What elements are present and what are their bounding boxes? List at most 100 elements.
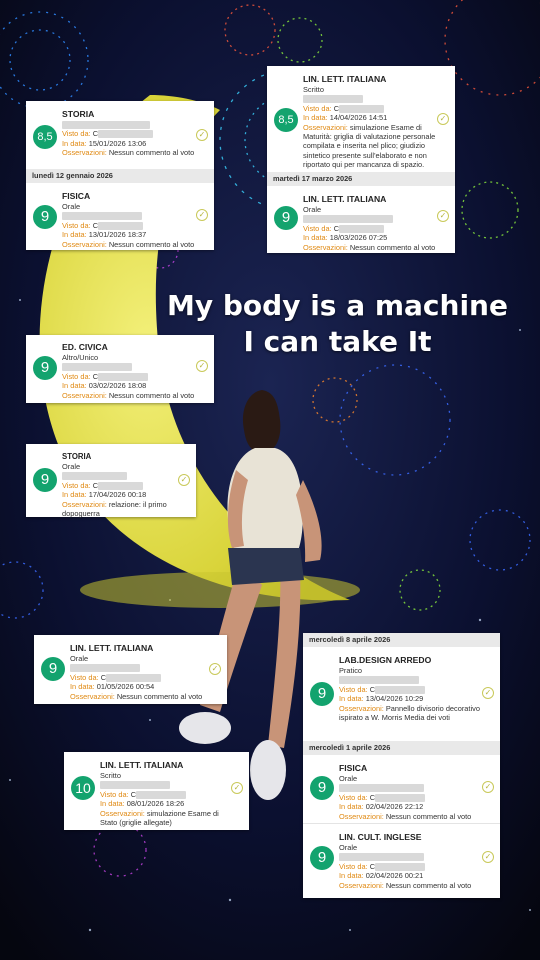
visto-label: Visto da: xyxy=(62,480,91,490)
grade-entry[interactable]: STORIA Visto da: C In data: 15/01/2026 1… xyxy=(26,101,214,169)
redacted-teacher xyxy=(62,472,127,481)
redacted-teacher xyxy=(339,784,424,793)
redacted-name xyxy=(339,104,385,113)
visto-label: Visto da: xyxy=(339,861,368,871)
data-label: In data: xyxy=(339,871,364,881)
check-icon[interactable]: ✓ xyxy=(178,474,190,486)
visto-label: Visto da: xyxy=(62,220,91,230)
grade-entry[interactable]: FISICA Orale Visto da: C In data: 02/04/… xyxy=(303,755,500,823)
subject-label: FISICA xyxy=(62,191,91,201)
grade-type: Orale xyxy=(62,462,81,471)
data-value: 02/04/2026 22:12 xyxy=(365,802,424,812)
redacted-name xyxy=(339,224,385,233)
redacted-name xyxy=(375,862,426,871)
grade-entry[interactable]: LIN. LETT. ITALIANA Orale Visto da: C In… xyxy=(34,635,227,704)
data-label: In data: xyxy=(62,138,87,148)
grade-card-ed-civica: ED. CIVICA Altro/Unico Visto da: C In da… xyxy=(26,335,214,403)
subject-label: LIN. LETT. ITALIANA xyxy=(303,194,387,204)
grade-card-storia-fisica: STORIA Visto da: C In data: 15/01/2026 1… xyxy=(26,101,214,250)
data-label: In data: xyxy=(100,799,125,809)
redacted-name xyxy=(98,372,149,381)
date-separator: mercoledì 1 aprile 2026 xyxy=(303,741,500,755)
grade-entry[interactable]: LIN. CULT. INGLESE Orale Visto da: C In … xyxy=(303,824,500,894)
check-icon[interactable]: ✓ xyxy=(196,209,208,221)
osservazioni-label: Osservazioni: xyxy=(62,148,107,158)
grade-type: Scritto xyxy=(303,85,324,94)
redacted-name xyxy=(98,130,154,139)
check-icon[interactable]: ✓ xyxy=(437,210,449,222)
grade-type: Scritto xyxy=(100,771,121,780)
grade-card-storia-orale: STORIA Orale Visto da: C In data: 17/04/… xyxy=(26,444,196,518)
check-icon[interactable]: ✓ xyxy=(482,851,494,863)
osservazioni-label: Osservazioni: xyxy=(100,808,145,818)
redacted-teacher xyxy=(62,363,132,372)
redacted-name xyxy=(375,793,426,802)
visto-label: Visto da: xyxy=(339,684,368,694)
redacted-teacher xyxy=(339,853,424,862)
grade-entry[interactable]: FISICA Orale Visto da: C In data: 13/01/… xyxy=(26,183,214,251)
redacted-name xyxy=(98,221,144,230)
visto-label: Visto da: xyxy=(303,103,332,113)
osservazioni-value: Nessun commento al voto xyxy=(108,239,195,249)
subject-label: LIN. LETT. ITALIANA xyxy=(303,74,387,84)
osservazioni-label: Osservazioni: xyxy=(303,242,348,252)
visto-label: Visto da: xyxy=(339,792,368,802)
subject-label: LIN. LETT. ITALIANA xyxy=(70,643,154,653)
check-icon[interactable]: ✓ xyxy=(196,129,208,141)
check-icon[interactable]: ✓ xyxy=(482,687,494,699)
data-value: 15/01/2026 13:06 xyxy=(88,138,147,148)
grade-type: Pratico xyxy=(339,666,363,675)
grade-badge: 9 xyxy=(310,682,334,706)
grade-type: Orale xyxy=(303,205,322,214)
subject-label: STORIA xyxy=(62,452,92,461)
redacted-name xyxy=(375,685,426,694)
grade-badge: 9 xyxy=(310,846,334,870)
subject-label: LIN. CULT. INGLESE xyxy=(339,832,422,842)
grade-type: Altro/Unico xyxy=(62,353,99,362)
check-icon[interactable]: ✓ xyxy=(196,360,208,372)
grade-entry[interactable]: LIN. LETT. ITALIANA Scritto Visto da: C … xyxy=(267,66,455,172)
osservazioni-label: Osservazioni: xyxy=(339,703,384,713)
visto-label: Visto da: xyxy=(100,789,129,799)
grade-entry[interactable]: LIN. LETT. ITALIANA Scritto Visto da: C … xyxy=(64,752,249,830)
subject-label: FISICA xyxy=(339,763,368,773)
grade-entry[interactable]: ED. CIVICA Altro/Unico Visto da: C In da… xyxy=(26,335,214,403)
grade-badge: 10 xyxy=(71,776,95,800)
subject-label: LIN. LETT. ITALIANA xyxy=(100,760,184,770)
data-value: 08/01/2026 18:26 xyxy=(126,799,185,809)
check-icon[interactable]: ✓ xyxy=(209,663,221,675)
data-label: In data: xyxy=(339,694,364,704)
data-label: In data: xyxy=(339,802,364,812)
check-icon[interactable]: ✓ xyxy=(231,782,243,794)
grade-type: Orale xyxy=(339,774,358,783)
data-value: 13/01/2026 18:37 xyxy=(88,230,147,240)
grade-badge: 8,5 xyxy=(33,125,57,149)
grade-badge: 9 xyxy=(310,776,334,800)
data-label: In data: xyxy=(62,381,87,391)
visto-label: Visto da: xyxy=(303,223,332,233)
date-separator: martedì 17 marzo 2026 xyxy=(267,172,455,186)
grade-entry[interactable]: LIN. LETT. ITALIANA Orale Visto da: C In… xyxy=(267,186,455,253)
data-value: 18/03/2026 07:25 xyxy=(329,233,388,243)
grade-entry[interactable]: LAB.DESIGN ARREDO Pratico Visto da: C In… xyxy=(303,647,500,741)
grade-card-italiano-marzo: LIN. LETT. ITALIANA Scritto Visto da: C … xyxy=(267,66,455,253)
data-label: In data: xyxy=(303,113,328,123)
redacted-teacher xyxy=(303,215,393,224)
check-icon[interactable]: ✓ xyxy=(482,781,494,793)
data-value: 02/04/2026 00:21 xyxy=(365,871,424,881)
check-icon[interactable]: ✓ xyxy=(437,113,449,125)
osservazioni-value: Nessun commento al voto xyxy=(108,148,195,158)
visto-label: Visto da: xyxy=(62,371,91,381)
osservazioni-label: Osservazioni: xyxy=(303,122,348,132)
grade-type: Orale xyxy=(339,843,358,852)
osservazioni-value: Nessun commento al voto xyxy=(349,242,436,252)
data-label: In data: xyxy=(303,233,328,243)
grade-entry[interactable]: STORIA Orale Visto da: C In data: 17/04/… xyxy=(26,444,196,518)
data-value: 17/04/2026 00:18 xyxy=(88,490,147,500)
osservazioni-label: Osservazioni: xyxy=(70,691,115,701)
redacted-teacher xyxy=(70,664,140,673)
grade-card-italiano-orale: LIN. LETT. ITALIANA Orale Visto da: C In… xyxy=(34,635,227,704)
data-label: In data: xyxy=(62,230,87,240)
caption-line-1: My body is a machine xyxy=(167,289,508,322)
grade-type: Orale xyxy=(70,654,89,663)
